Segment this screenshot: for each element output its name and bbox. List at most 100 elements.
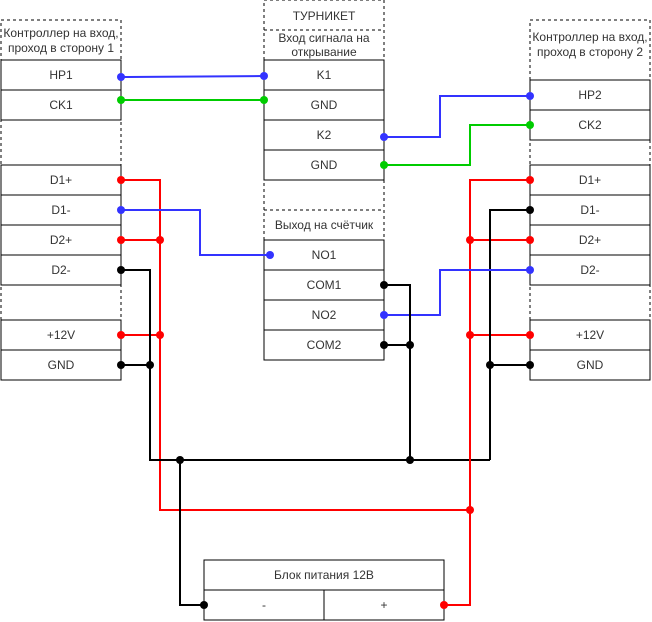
junction-dot [266,251,274,259]
power-supply: Блок питания 12В - + [203,559,445,621]
svg-text:+12V: +12V [576,328,604,342]
wire-hp1-k1 [120,75,265,78]
wire-right-d1plus-bus [444,179,530,606]
svg-text:CK2: CK2 [578,118,602,132]
svg-text:COM1: COM1 [307,278,342,292]
junction-dot [117,206,125,214]
svg-text:D1+: D1+ [579,173,601,187]
junction-dot [146,361,154,369]
junction-dot [526,206,534,214]
svg-text:CK1: CK1 [49,98,73,112]
junction-dot [117,331,125,339]
svg-text:COM2: COM2 [307,338,342,352]
svg-text:GND: GND [311,98,338,112]
pin-d2-minus[interactable]: D2- [0,254,122,286]
junction-dot [526,176,534,184]
junction-dot [406,456,414,464]
svg-text:D2-: D2- [580,263,599,277]
wire-gnd-ck2 [384,124,530,166]
power-plus-terminal[interactable]: + [323,589,445,621]
wire-com1-bus [384,284,411,460]
junction-dot [200,601,208,609]
pin-12v[interactable]: +12V [0,319,122,351]
svg-text:K2: K2 [317,128,332,142]
svg-text:-: - [262,598,266,612]
svg-text:D2-: D2- [51,263,70,277]
pin-d2-plus[interactable]: D2+ [0,224,122,256]
wiring-diagram: Контроллер на вход, проход в сторону 1 H… [0,0,651,621]
pin-k1[interactable]: K1 [263,59,385,91]
junction-dot [117,361,125,369]
junction-dot [117,236,125,244]
svg-text:GND: GND [48,358,75,372]
pin-hp1[interactable]: HP1 [0,59,122,91]
junction-dot [117,176,125,184]
svg-text:D1-: D1- [51,203,70,217]
svg-text:D1+: D1+ [50,173,72,187]
junction-dot [406,341,414,349]
junction-dot [380,311,388,319]
svg-text:HP2: HP2 [578,88,602,102]
controller-2-subtitle: проход в сторону 2 [537,45,643,59]
junction-dot [526,331,534,339]
pin-no2[interactable]: NO2 [263,299,385,331]
svg-text:NO1: NO1 [312,248,337,262]
junction-dot [380,281,388,289]
junction-dot [526,92,534,100]
controller-2-title: Контроллер на вход, [532,30,647,44]
pin-k2[interactable]: K2 [263,119,385,151]
junction-dot [156,236,164,244]
svg-text:+: + [380,598,387,612]
output-title: Выход на счётчик [275,218,374,232]
svg-text:GND: GND [577,358,604,372]
pin-d2-plus[interactable]: D2+ [529,224,651,256]
pin-hp2[interactable]: HP2 [529,79,651,111]
input-subtitle: открывание [291,45,357,59]
input-title: Вход сигнала на [278,31,369,45]
pin-com2[interactable]: COM2 [263,329,385,361]
pin-d1-minus[interactable]: D1- [0,194,122,226]
pin-gnd-1[interactable]: GND [263,89,385,121]
junction-dot [260,72,268,80]
wire-k2-hp2 [384,95,530,138]
svg-text:HP1: HP1 [49,68,73,82]
pin-gnd[interactable]: GND [529,349,651,381]
pin-ck1[interactable]: CK1 [0,89,122,121]
junction-dot [380,341,388,349]
controller-1-subtitle: проход в сторону 1 [8,41,114,55]
junction-dot [526,121,534,129]
pin-com1[interactable]: COM1 [263,269,385,301]
controller-2: Контроллер на вход, проход в сторону 2 H… [529,19,651,381]
junction-dot [156,331,164,339]
pin-gnd[interactable]: GND [0,349,122,381]
wire-power-minus [179,460,204,606]
turnstile-title: ТУРНИКЕТ [293,9,356,23]
pin-gnd-2[interactable]: GND [263,149,385,181]
pin-no1[interactable]: NO1 [263,239,385,271]
pin-d1-plus[interactable]: D1+ [0,164,122,196]
junction-dot [466,236,474,244]
pin-d1-minus[interactable]: D1- [529,194,651,226]
pin-d2-minus[interactable]: D2- [529,254,651,286]
power-minus-terminal[interactable]: - [203,589,325,621]
junction-dot [486,361,494,369]
pin-12v[interactable]: +12V [529,319,651,351]
pin-d1-plus[interactable]: D1+ [529,164,651,196]
junction-dot [526,266,534,274]
wire-d2minus-no2 [384,269,530,316]
wire-d1minus-no1 [121,209,270,256]
junction-dot [176,456,184,464]
junction-dot [440,601,448,609]
pin-ck2[interactable]: CK2 [529,109,651,141]
junction-dot [117,73,125,81]
power-supply-title: Блок питания 12В [274,568,374,582]
junction-dot [260,96,268,104]
junction-dot [380,133,388,141]
svg-text:K1: K1 [317,68,332,82]
controller-1-title: Контроллер на вход, [3,26,118,40]
junction-dot [526,361,534,369]
turnstile: ТУРНИКЕТ Вход сигнала на открывание K1 G… [263,0,385,361]
junction-dot [380,161,388,169]
junction-dot [117,266,125,274]
junction-dot [526,236,534,244]
